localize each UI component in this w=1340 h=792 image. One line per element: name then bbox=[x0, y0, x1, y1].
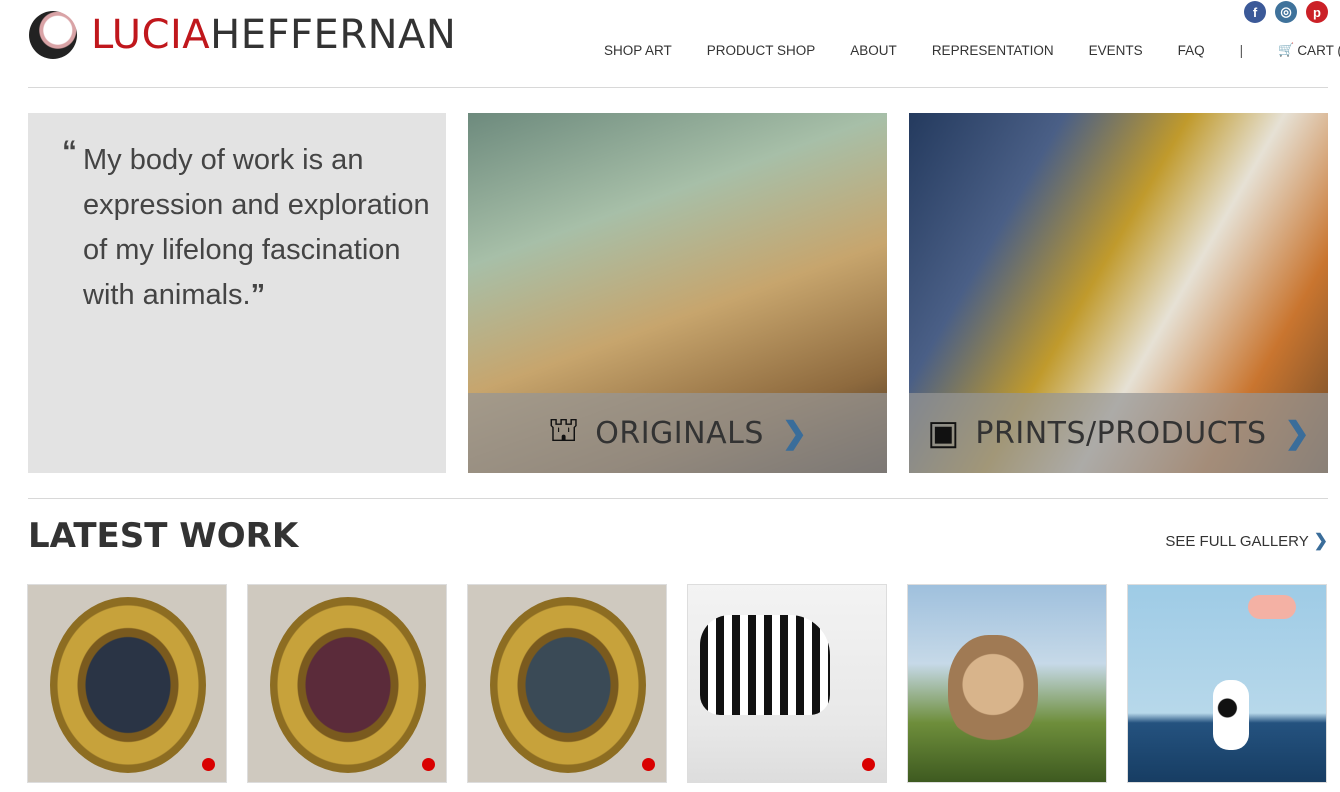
originals-label: ORIGINALS bbox=[595, 415, 764, 451]
prints-bar[interactable]: ▣ PRINTS/PRODUCTS ❯ bbox=[909, 393, 1328, 473]
sold-dot-icon bbox=[202, 758, 215, 771]
main-nav: SHOP ART PRODUCT SHOP ABOUT REPRESENTATI… bbox=[604, 42, 1340, 58]
chevron-right-icon: ❯ bbox=[1313, 531, 1328, 550]
chevron-right-icon: ❯ bbox=[1284, 416, 1310, 450]
nav-about[interactable]: ABOUT bbox=[850, 43, 897, 58]
artwork-thumbnail[interactable] bbox=[907, 584, 1107, 783]
artwork-thumbnail[interactable] bbox=[1127, 584, 1327, 783]
artwork-thumbnail[interactable] bbox=[247, 584, 447, 783]
section-divider bbox=[28, 498, 1328, 499]
frame-icon: ▣ bbox=[927, 414, 960, 452]
sold-dot-icon bbox=[422, 758, 435, 771]
see-full-gallery-label: SEE FULL GALLERY bbox=[1165, 532, 1309, 550]
logo-wordmark: LUCIAHEFFERNAN bbox=[91, 11, 456, 59]
nav-faq[interactable]: FAQ bbox=[1178, 43, 1205, 58]
social-links: f ◎ p bbox=[1244, 1, 1328, 23]
mouse-logo-icon bbox=[29, 11, 77, 59]
nav-separator: | bbox=[1239, 42, 1244, 58]
header-divider bbox=[28, 87, 1328, 88]
artwork-thumbnail[interactable] bbox=[27, 584, 227, 783]
pinterest-icon[interactable]: p bbox=[1306, 1, 1328, 23]
sold-dot-icon bbox=[642, 758, 655, 771]
nav-shop-art[interactable]: SHOP ART bbox=[604, 43, 672, 58]
easel-icon: ⛫ bbox=[547, 411, 580, 449]
prints-products-panel[interactable]: ▣ PRINTS/PRODUCTS ❯ bbox=[909, 113, 1328, 473]
originals-panel[interactable]: ⛫ ORIGINALS ❯ bbox=[468, 113, 887, 473]
nav-cart[interactable]: 🛒 CART (0) bbox=[1278, 42, 1340, 58]
latest-work-gallery bbox=[27, 584, 1327, 783]
artwork-thumbnail[interactable] bbox=[687, 584, 887, 783]
quote-close-mark: ” bbox=[250, 279, 266, 311]
facebook-icon[interactable]: f bbox=[1244, 1, 1266, 23]
prints-products-label: PRINTS/PRODUCTS bbox=[975, 415, 1267, 451]
artwork-thumbnail[interactable] bbox=[467, 584, 667, 783]
see-full-gallery-link[interactable]: SEE FULL GALLERY ❯ bbox=[1165, 531, 1328, 551]
quote-open-mark: “ bbox=[62, 135, 77, 168]
cart-icon: 🛒 bbox=[1278, 42, 1295, 57]
logo-last-name: HEFFERNAN bbox=[210, 12, 457, 58]
sold-dot-icon bbox=[862, 758, 875, 771]
chevron-right-icon: ❯ bbox=[781, 416, 807, 450]
nav-representation[interactable]: REPRESENTATION bbox=[932, 43, 1054, 58]
instagram-icon[interactable]: ◎ bbox=[1275, 1, 1297, 23]
quote-text: My body of work is an expression and exp… bbox=[83, 138, 443, 318]
nav-events[interactable]: EVENTS bbox=[1089, 43, 1143, 58]
artist-quote: “ My body of work is an expression and e… bbox=[28, 113, 446, 473]
cart-label: CART (0) bbox=[1297, 42, 1340, 58]
latest-work-heading: LATEST WORK bbox=[28, 516, 299, 556]
originals-bar[interactable]: ⛫ ORIGINALS ❯ bbox=[468, 393, 887, 473]
site-logo[interactable]: LUCIAHEFFERNAN bbox=[29, 11, 456, 59]
nav-product-shop[interactable]: PRODUCT SHOP bbox=[707, 43, 816, 58]
logo-first-name: LUCIA bbox=[91, 12, 211, 58]
